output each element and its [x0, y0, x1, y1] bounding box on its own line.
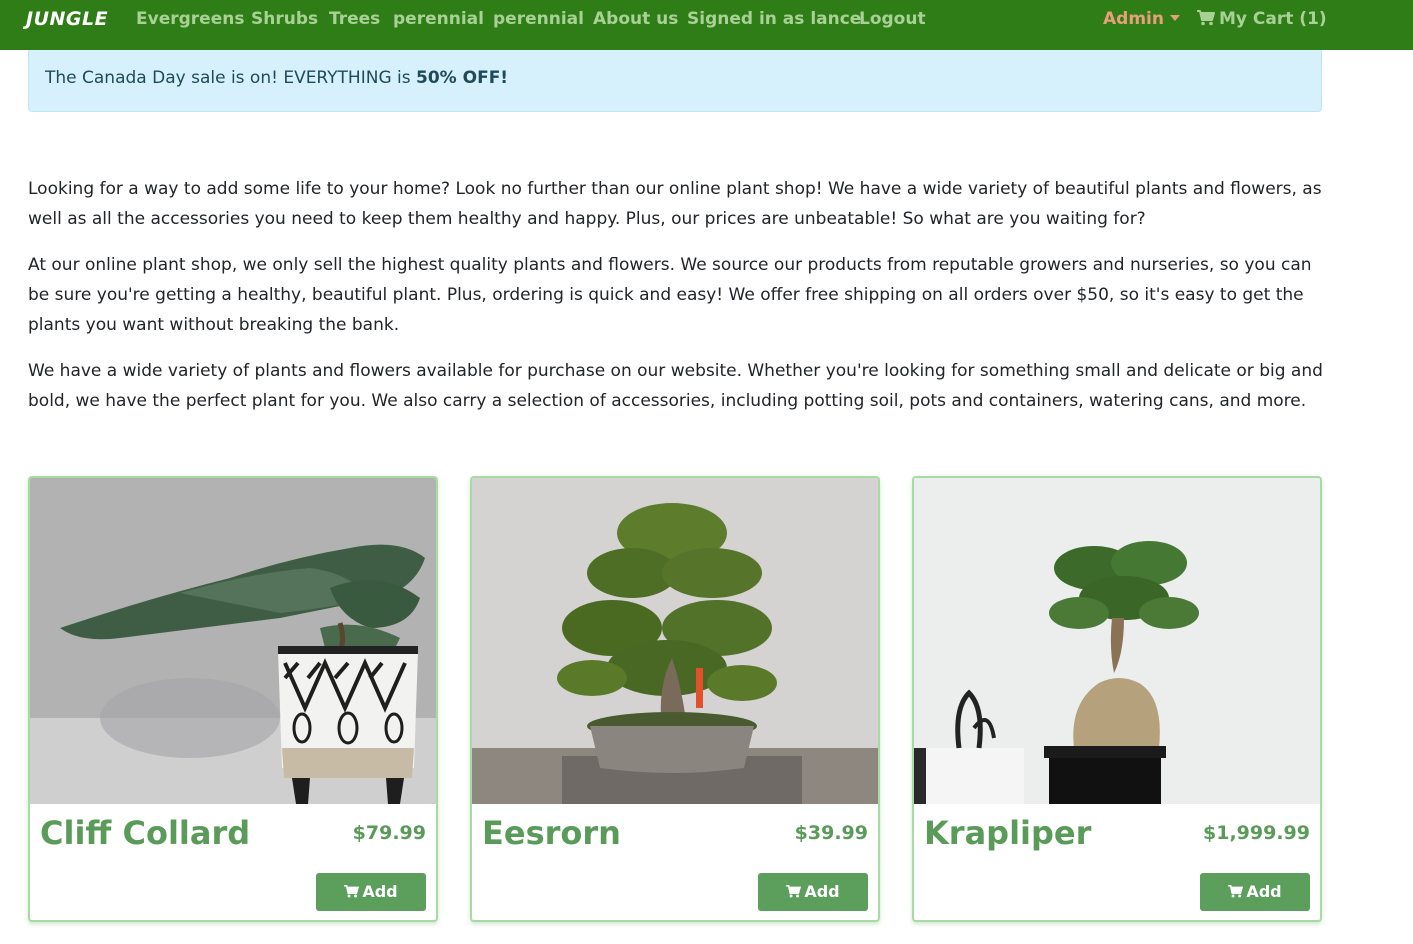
product-name[interactable]: Eesrorn [482, 814, 621, 852]
alert-emphasis: 50% OFF! [416, 68, 509, 88]
intro-paragraph-1: Looking for a way to add some life to yo… [28, 179, 1322, 229]
nav-link-trees[interactable]: Trees [329, 6, 380, 32]
nav-link-about-us[interactable]: About us [593, 6, 678, 32]
navbar: JUNGLE Evergreens Shrubs Trees perennial… [0, 0, 1413, 50]
product-card-krapliper[interactable]: Krapliper $1,999.99 Add [912, 476, 1322, 922]
add-button-label: Add [1246, 882, 1282, 901]
product-price: $1,999.99 [1203, 822, 1310, 844]
add-to-cart-button[interactable]: Add [1200, 873, 1310, 911]
intro-paragraph-2: At our online plant shop, we only sell t… [28, 255, 1312, 335]
brand-logo[interactable]: JUNGLE [26, 6, 108, 32]
nav-link-evergreens[interactable]: Evergreens [136, 6, 244, 32]
add-to-cart-button[interactable]: Add [316, 873, 426, 911]
product-image[interactable] [30, 478, 436, 804]
product-price: $39.99 [794, 822, 868, 844]
product-card-cliff-collard[interactable]: Cliff Collard $79.99 Add [28, 476, 438, 922]
shopping-cart-icon [1228, 885, 1244, 898]
add-to-cart-button[interactable]: Add [758, 873, 868, 911]
nav-link-perennial-2[interactable]: perennial [493, 6, 584, 32]
cart-label: My Cart (1) [1219, 9, 1327, 29]
nav-link-signed-in[interactable]: Signed in as lance [687, 6, 861, 32]
nav-link-perennial-1[interactable]: perennial [393, 6, 484, 32]
admin-dropdown[interactable]: Admin [1103, 6, 1180, 32]
shopping-cart-icon [344, 885, 360, 898]
intro-section: Looking for a way to add some life to yo… [28, 174, 1323, 432]
intro-paragraph-3: We have a wide variety of plants and flo… [28, 361, 1323, 411]
alert-text: The Canada Day sale is on! EVERYTHING is [45, 68, 417, 88]
caret-down-icon [1169, 15, 1180, 21]
admin-label: Admin [1103, 9, 1164, 29]
shopping-cart-icon [786, 885, 802, 898]
add-button-label: Add [804, 882, 840, 901]
product-image[interactable] [914, 478, 1320, 804]
nav-link-logout[interactable]: Logout [859, 6, 926, 32]
add-button-label: Add [362, 882, 398, 901]
product-name[interactable]: Krapliper [924, 814, 1091, 852]
sale-alert: The Canada Day sale is on! EVERYTHING is… [28, 50, 1322, 112]
product-price: $79.99 [352, 822, 426, 844]
shopping-cart-icon [1197, 10, 1215, 26]
nav-link-shrubs[interactable]: Shrubs [251, 6, 318, 32]
product-card-eesrorn[interactable]: Eesrorn $39.99 Add [470, 476, 880, 922]
product-image[interactable] [472, 478, 878, 804]
product-name[interactable]: Cliff Collard [40, 814, 250, 852]
cart-link[interactable]: My Cart (1) [1197, 6, 1327, 32]
